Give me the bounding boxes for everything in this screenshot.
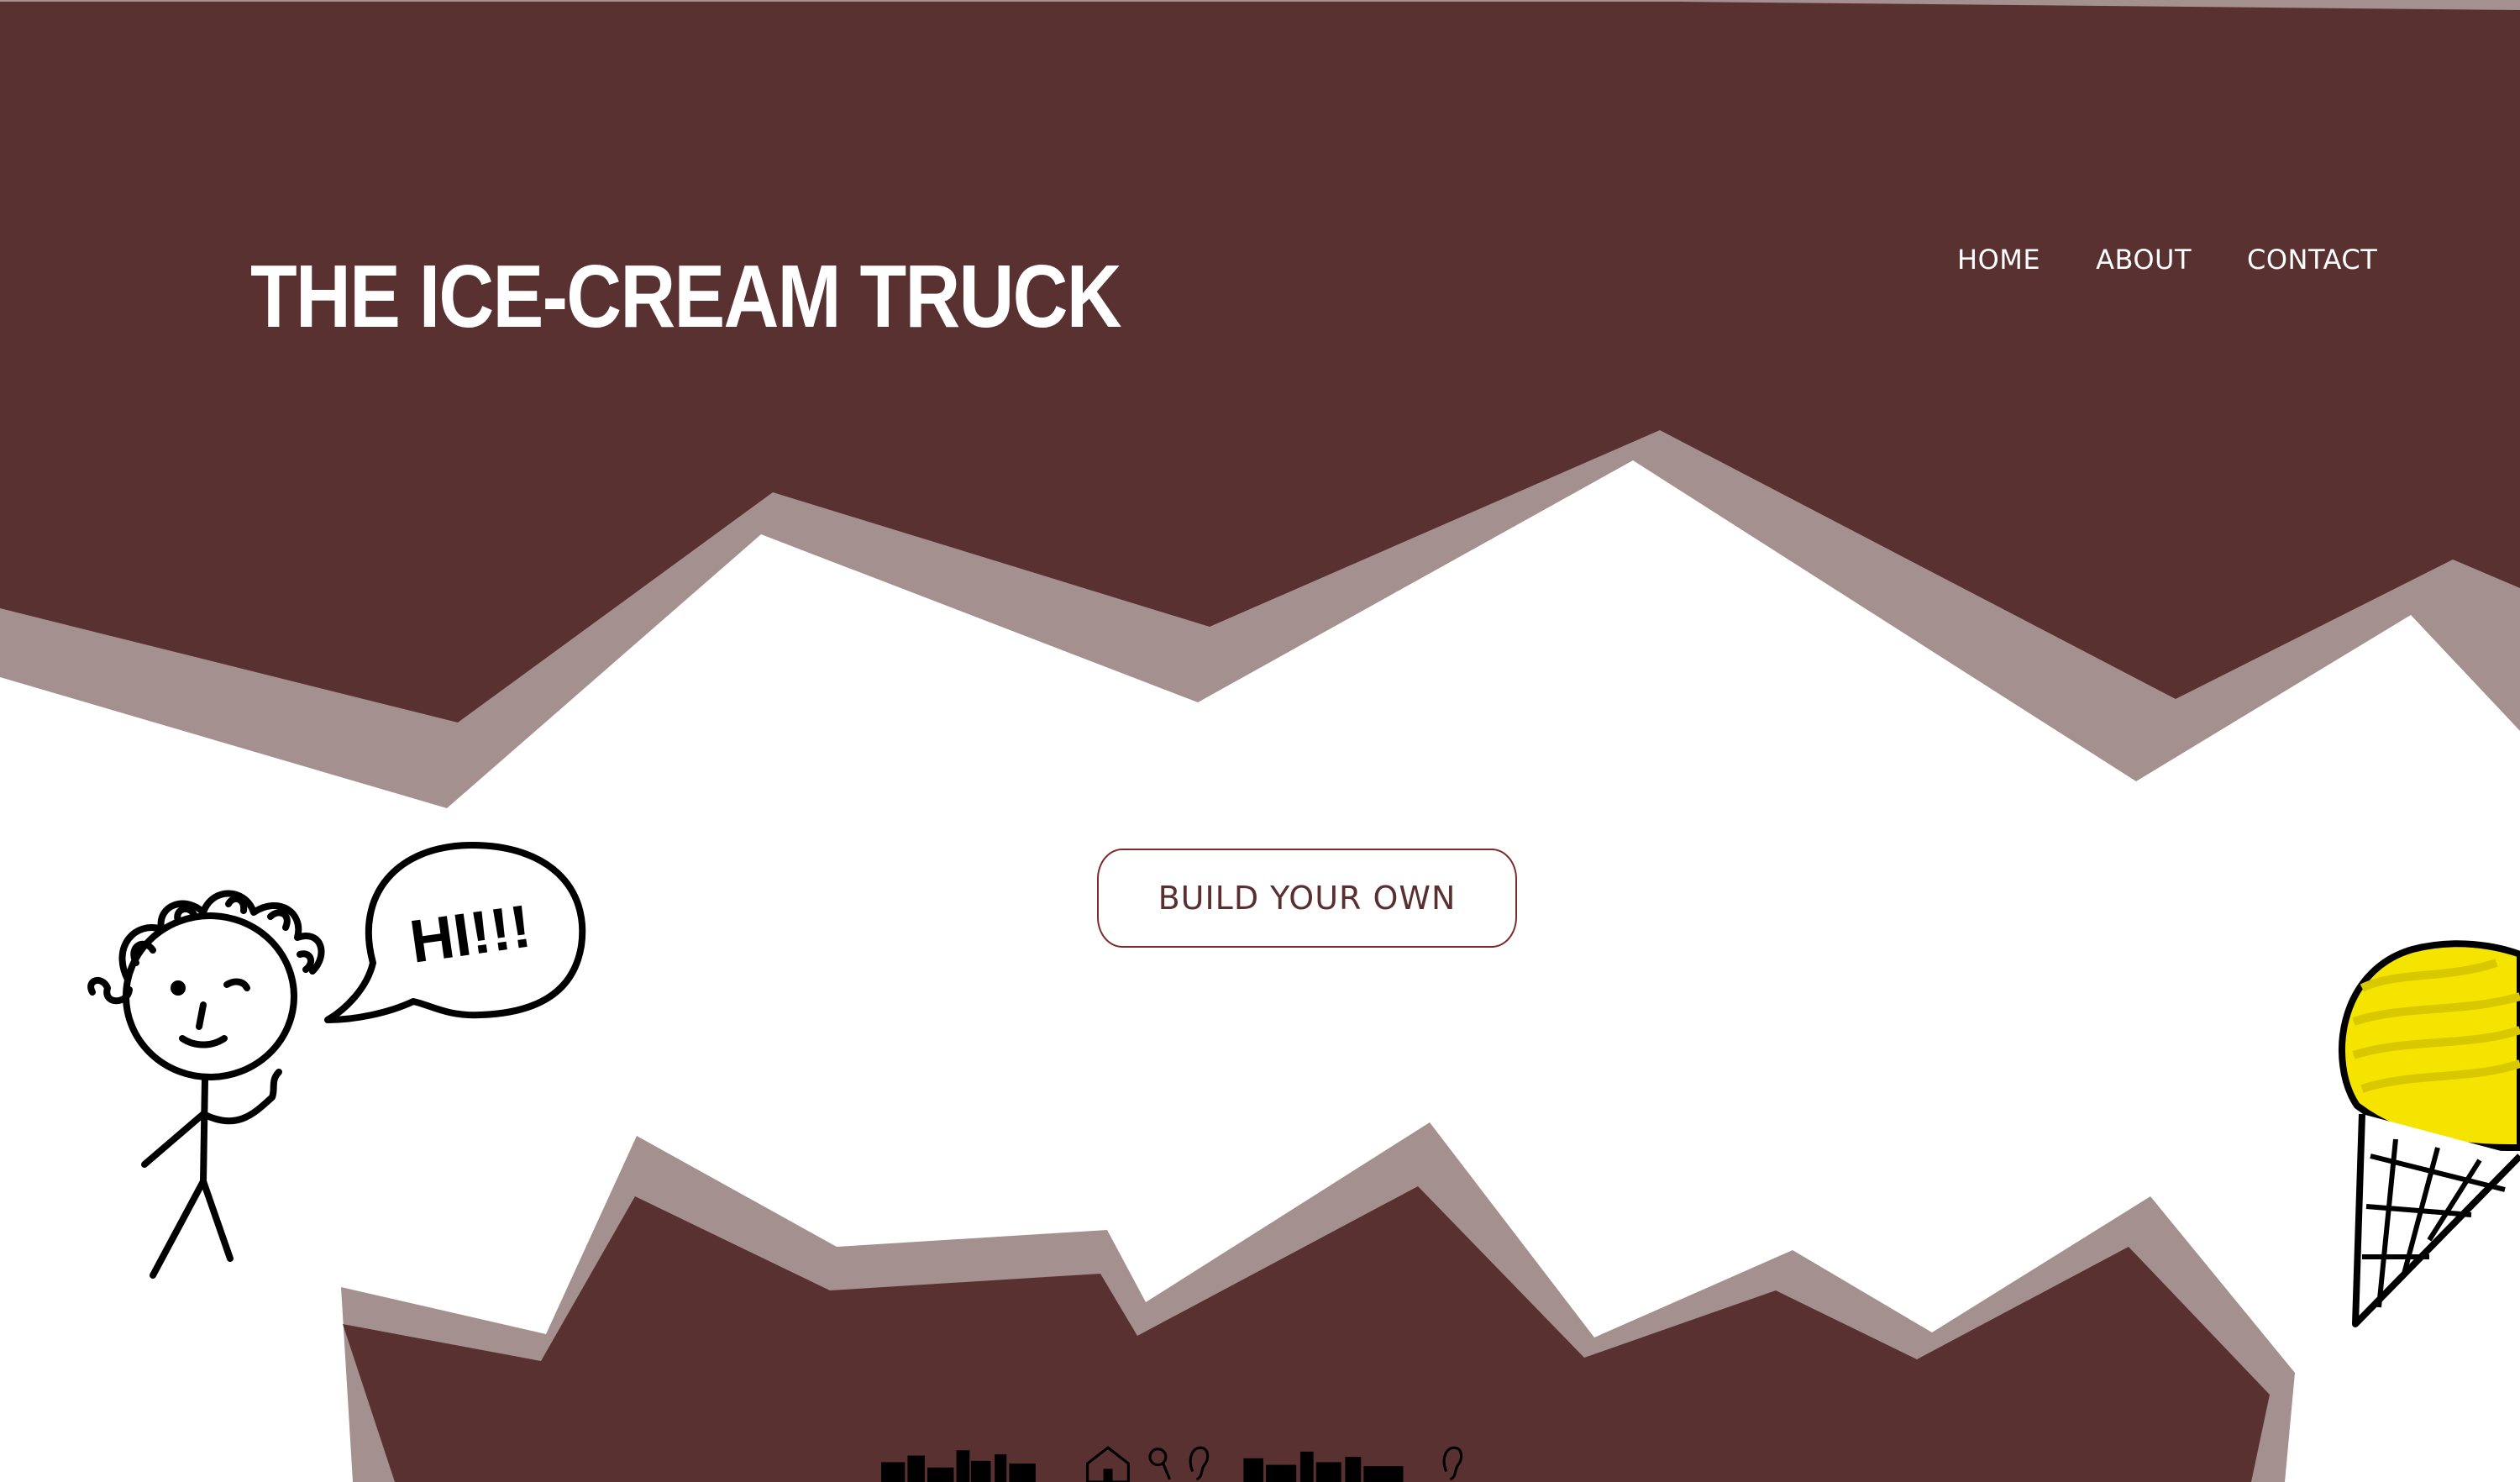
city-skyline-icon bbox=[1243, 1451, 1404, 1482]
ear-icon bbox=[1189, 1446, 1210, 1481]
ear-icon bbox=[1442, 1446, 1463, 1481]
nav-link-contact[interactable]: CONTACT bbox=[2247, 244, 2377, 276]
site-title: THE ICE-CREAM TRUCK bbox=[250, 247, 1122, 346]
nav-link-home[interactable]: HOME bbox=[1957, 244, 2040, 276]
speech-bubble-text: HI!!! bbox=[406, 893, 535, 976]
magnifier-icon bbox=[1148, 1448, 1172, 1480]
stickman-icon: HI!!! bbox=[87, 842, 586, 1279]
house-icon bbox=[1086, 1446, 1130, 1482]
build-your-own-button[interactable]: BUILD YOUR OWN bbox=[1097, 849, 1517, 948]
main-nav: HOME ABOUT CONTACT bbox=[1957, 244, 2377, 276]
bottom-icon-strip bbox=[855, 1428, 1653, 1482]
city-skyline-icon bbox=[881, 1450, 1036, 1482]
nav-link-about[interactable]: ABOUT bbox=[2096, 244, 2192, 276]
ice-cream-cone-icon bbox=[2339, 940, 2520, 1327]
